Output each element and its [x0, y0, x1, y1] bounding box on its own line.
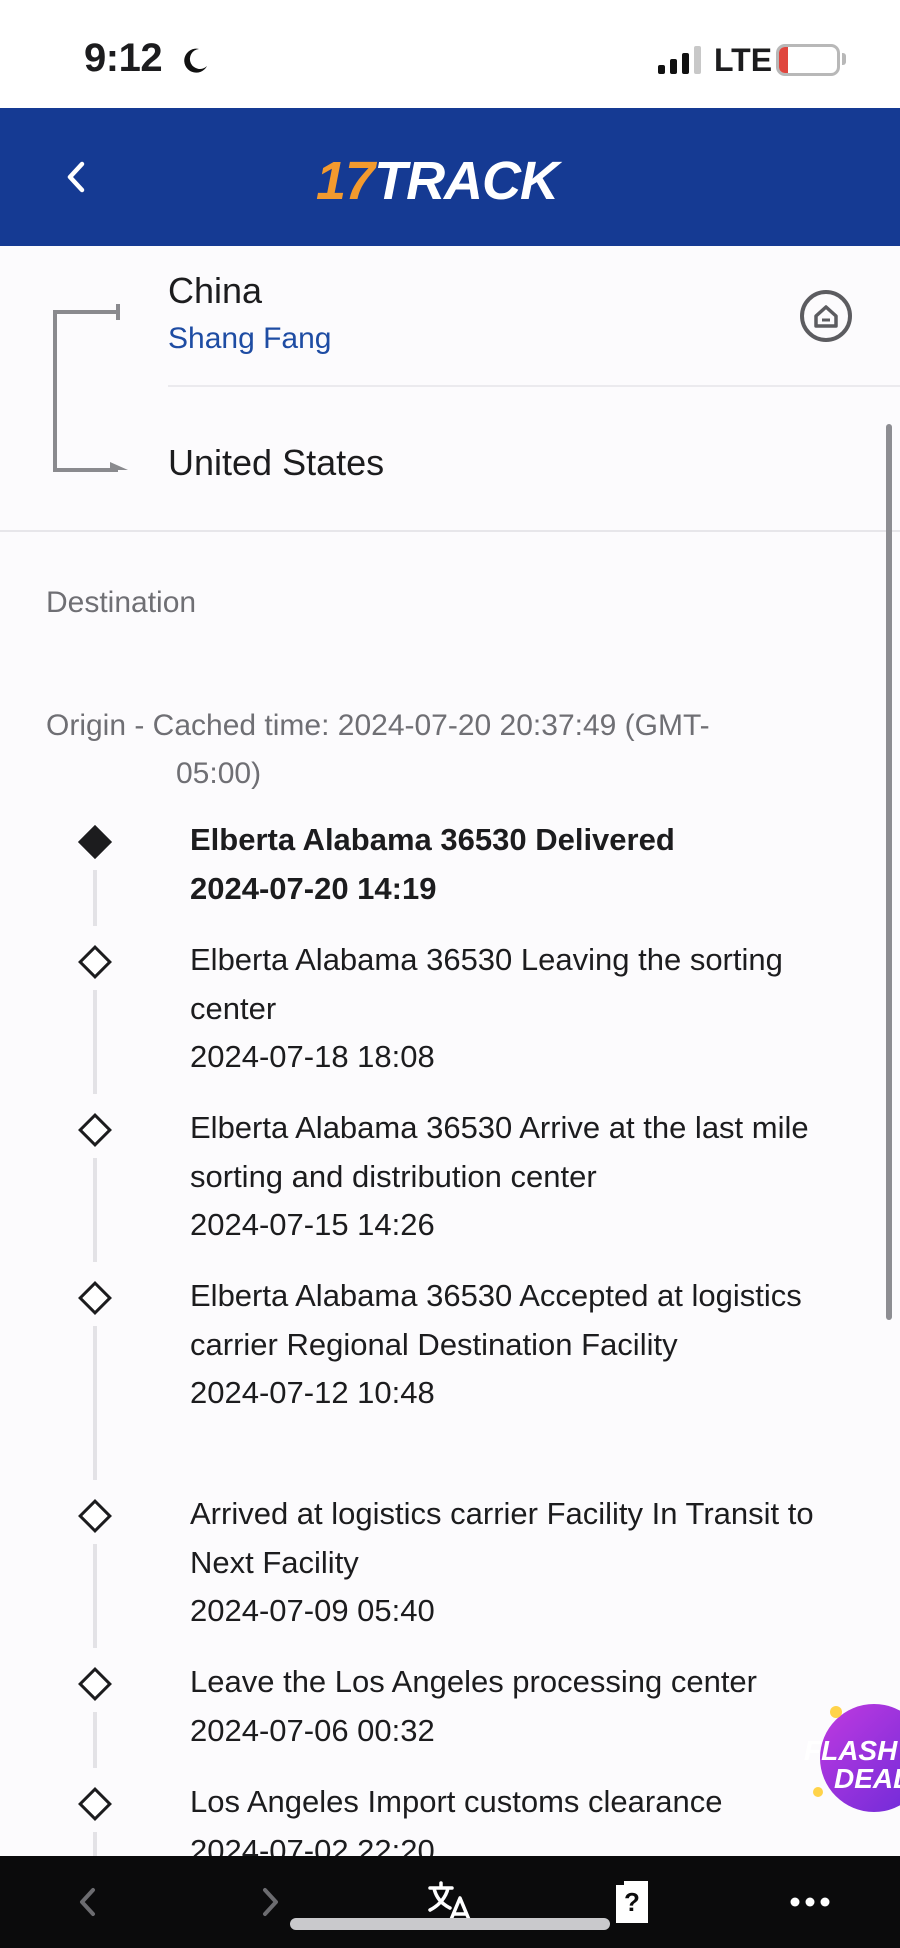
diamond-outline-icon	[78, 1787, 112, 1821]
status-bar: 9:12 LTE 15	[0, 0, 900, 108]
diamond-outline-icon	[78, 1667, 112, 1701]
forward-arrow-icon	[263, 1888, 278, 1916]
event-date: 2024-07-15 14:26	[190, 1207, 435, 1242]
moon-icon	[184, 48, 207, 73]
event-date: 2024-07-20 14:19	[190, 870, 437, 906]
origin-city-link[interactable]: Shang Fang	[168, 322, 331, 356]
home-icon	[814, 305, 838, 328]
event-date: 2024-07-09 05:40	[190, 1593, 435, 1628]
browser-toolbar: ?	[0, 1856, 900, 1948]
event-description: Arrived at logistics carrier Facility In…	[190, 1496, 814, 1580]
diamond-outline-icon	[78, 1281, 112, 1315]
flash-deal-line2: DEAL	[834, 1763, 900, 1794]
event-text: Elberta Alabama 36530 Arrive at the last…	[190, 1104, 850, 1250]
toolbar-back-button[interactable]	[68, 1874, 108, 1930]
help-card-icon: ?	[616, 1881, 648, 1923]
toolbar-help-button[interactable]: ?	[612, 1874, 652, 1930]
event-text: Leave the Los Angeles processing center …	[190, 1658, 850, 1755]
diamond-filled-icon	[78, 825, 112, 859]
event-date: 2024-07-18 18:08	[190, 1039, 435, 1074]
brand-number: 17	[316, 151, 375, 211]
flash-deal-badge[interactable]: FLASH DEAL	[800, 1700, 900, 1820]
network-label: LTE	[714, 42, 773, 78]
event-description: Elberta Alabama 36530 Delivered	[190, 822, 675, 857]
brand-text: TRACK	[374, 151, 559, 211]
flash-deal-line1: FLASH	[804, 1735, 898, 1766]
event-description: Los Angeles Import customs clearance	[190, 1784, 723, 1819]
route-diagram-icon	[53, 304, 128, 472]
origin-country: China	[168, 270, 263, 311]
chevron-left-icon	[67, 161, 85, 193]
diamond-outline-icon	[78, 945, 112, 979]
destination-label: Destination	[46, 586, 197, 619]
origin-cached-text-cont: 05:00)	[176, 757, 262, 790]
battery-text: 15	[794, 46, 822, 73]
timeline-event: Elberta Alabama 36530 Arrive at the last…	[0, 1104, 900, 1272]
timeline-connector	[93, 1326, 97, 1480]
timeline-connector	[93, 1712, 97, 1768]
route-card: China Shang Fang United States	[0, 246, 900, 532]
brand-logo: 17 TRACK	[316, 150, 559, 212]
toolbar-forward-button[interactable]	[250, 1874, 290, 1930]
event-description: Elberta Alabama 36530 Arrive at the last…	[190, 1110, 809, 1194]
timeline-connector	[93, 870, 97, 926]
timeline-connector	[93, 1158, 97, 1262]
home-button[interactable]	[800, 290, 852, 342]
event-text: Elberta Alabama 36530 Accepted at logist…	[190, 1272, 850, 1418]
destination-country: United States	[168, 442, 385, 483]
event-text: Arrived at logistics carrier Facility In…	[190, 1490, 850, 1636]
timeline-connector	[93, 990, 97, 1094]
timeline-event: Leave the Los Angeles processing center …	[0, 1658, 900, 1778]
event-description: Elberta Alabama 36530 Leaving the sortin…	[190, 942, 783, 1026]
timeline-event: Elberta Alabama 36530 Accepted at logist…	[0, 1272, 900, 1490]
event-description: Elberta Alabama 36530 Accepted at logist…	[190, 1278, 802, 1362]
event-description: Leave the Los Angeles processing center	[190, 1664, 757, 1699]
back-button[interactable]	[48, 146, 104, 208]
timeline-event: Elberta Alabama 36530 Leaving the sortin…	[0, 936, 900, 1104]
event-date: 2024-07-12 10:48	[190, 1375, 435, 1410]
signal-icon	[658, 46, 701, 74]
origin-cached-text: Origin - Cached time: 2024-07-20 20:37:4…	[46, 709, 710, 742]
diamond-outline-icon	[78, 1113, 112, 1147]
origin-cached-time: Origin - Cached time: 2024-07-20 20:37:4…	[46, 702, 846, 798]
more-icon	[790, 1897, 830, 1907]
event-text: Elberta Alabama 36530 Delivered 2024-07-…	[190, 816, 850, 913]
status-time: 9:12	[84, 36, 163, 80]
event-date: 2024-07-06 00:32	[190, 1712, 435, 1748]
toolbar-more-button[interactable]	[788, 1874, 832, 1930]
route-divider	[168, 385, 900, 387]
home-indicator[interactable]	[290, 1918, 610, 1930]
diamond-outline-icon	[78, 1499, 112, 1533]
battery-nub	[842, 53, 846, 65]
event-text: Elberta Alabama 36530 Leaving the sortin…	[190, 936, 850, 1082]
svg-text:?: ?	[624, 1887, 640, 1917]
timeline-connector	[93, 1544, 97, 1648]
timeline-event: Arrived at logistics carrier Facility In…	[0, 1490, 900, 1658]
battery-icon: 15	[776, 44, 840, 76]
app-header: 17 TRACK	[0, 108, 900, 246]
back-arrow-icon	[80, 1888, 95, 1916]
timeline-event: Elberta Alabama 36530 Delivered 2024-07-…	[0, 816, 900, 936]
